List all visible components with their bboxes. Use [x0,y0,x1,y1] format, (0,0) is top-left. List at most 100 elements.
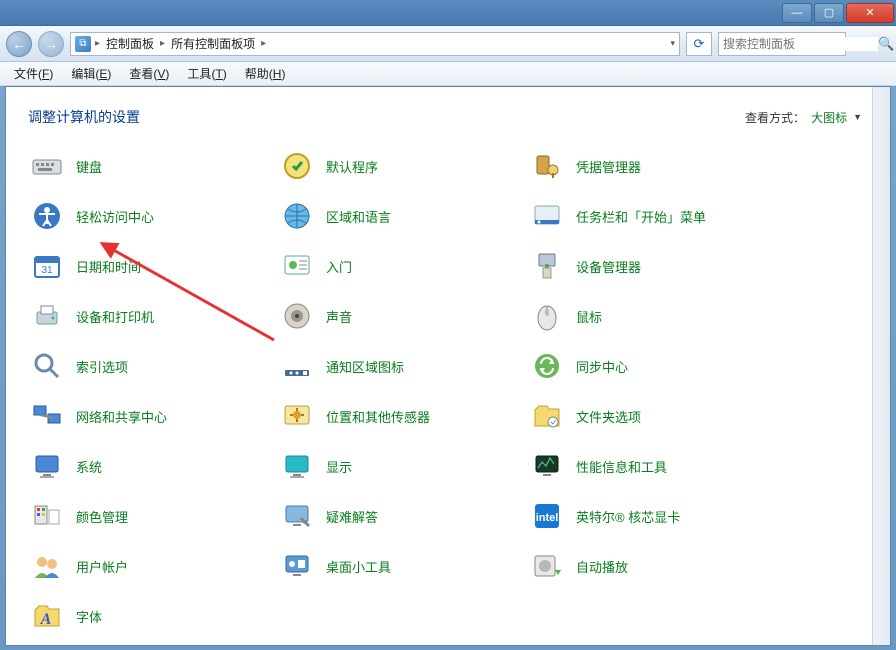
svg-text:intel: intel [536,512,559,524]
cp-item-gadgets[interactable]: 桌面小工具 [278,541,528,591]
minimize-button[interactable]: — [782,3,812,23]
cp-item-sync-center[interactable]: 同步中心 [528,341,778,391]
cp-item-default-programs[interactable]: 默认程序 [278,141,528,191]
scroll-up-button[interactable]: ▲ [874,88,888,104]
cp-item-label: 网络和共享中心 [76,407,167,426]
fonts-icon: A [30,599,64,633]
nav-back-button[interactable]: ← [6,31,32,57]
gadgets-icon [280,549,314,583]
cp-item-intel-graphics[interactable]: intel英特尔® 核芯显卡 [528,491,778,541]
cp-item-label: 用户帐户 [76,557,128,576]
content-header: 调整计算机的设置 查看方式： 大图标 ▼ [6,87,890,141]
color-management-icon [30,499,64,533]
sound-icon [280,299,314,333]
refresh-icon: ⟳ [694,36,705,52]
items-grid: 键盘默认程序凭据管理器轻松访问中心区域和语言 任务栏和「开始」菜单 31日期和时间 入… [6,141,890,646]
keyboard-icon [30,149,64,183]
device-manager-icon [530,249,564,283]
network-sharing-icon [30,399,64,433]
cp-item-color-management[interactable]: 颜色管理 [28,491,278,541]
cp-item-device-manager[interactable]: 设备管理器 [528,241,778,291]
scroll-down-button[interactable]: ▼ [874,628,888,644]
cp-item-label: 系统 [76,457,102,476]
default-programs-icon [280,149,314,183]
arrow-right-icon: → [44,36,58,52]
breadcrumb-sub[interactable]: 所有控制面板项 [169,35,257,52]
cp-item-performance[interactable]: 性能信息和工具 [528,441,778,491]
cp-item-user-accounts[interactable]: 用户帐户 [28,541,278,591]
cp-item-label: 自动播放 [576,557,628,576]
cp-item-autoplay[interactable]: 自动播放 [528,541,778,591]
credential-manager-icon [530,149,564,183]
system-icon [30,449,64,483]
troubleshooting-icon [280,499,314,533]
date-time-icon: 31 [30,249,64,283]
search-input[interactable] [723,37,878,51]
cp-item-indexing[interactable]: 索引选项 [28,341,278,391]
sync-center-icon [530,349,564,383]
search-icon: 🔍 [878,36,894,52]
getting-started-icon [280,249,314,283]
cp-item-date-time[interactable]: 31日期和时间 [28,241,278,291]
performance-icon [530,449,564,483]
menu-edit[interactable]: 编辑(E) [63,63,119,84]
cp-item-credential-manager[interactable]: 凭据管理器 [528,141,778,191]
chevron-right-icon: ▸ [95,38,100,49]
ease-of-access-icon [30,199,64,233]
close-button[interactable]: ✕ [846,3,894,23]
cp-item-region-language[interactable]: 区域和语言 [278,191,528,241]
cp-item-label: 任务栏和「开始」菜单 [576,207,706,226]
view-by-label: 查看方式： [745,109,805,126]
chevron-down-icon[interactable]: ▾ [668,38,675,49]
control-panel-icon: ⧉ [75,36,91,52]
indexing-icon [30,349,64,383]
cp-item-sound[interactable]: 声音 [278,291,528,341]
cp-item-label: 索引选项 [76,357,128,376]
cp-item-display[interactable]: 显示 [278,441,528,491]
menu-tools[interactable]: 工具(T) [179,63,234,84]
cp-item-label: 位置和其他传感器 [326,407,430,426]
breadcrumb-root[interactable]: 控制面板 [104,35,156,52]
cp-item-system[interactable]: 系统 [28,441,278,491]
cp-item-troubleshooting[interactable]: 疑难解答 [278,491,528,541]
cp-item-label: 同步中心 [576,357,628,376]
mouse-icon [530,299,564,333]
cp-item-folder-options[interactable]: 文件夹选项 [528,391,778,441]
user-accounts-icon [30,549,64,583]
breadcrumb[interactable]: ⧉ ▸ 控制面板 ▸ 所有控制面板项 ▸ ▾ [70,32,680,56]
cp-item-keyboard[interactable]: 键盘 [28,141,278,191]
menu-help[interactable]: 帮助(H) [237,63,294,84]
menu-view[interactable]: 查看(V) [121,63,177,84]
cp-item-taskbar-start[interactable]: 任务栏和「开始」菜单 [528,191,778,241]
svg-text:A: A [40,611,52,628]
taskbar-start-icon [530,199,564,233]
cp-item-label: 设备管理器 [576,257,641,276]
display-icon [280,449,314,483]
menu-file[interactable]: 文件(F) [6,63,61,84]
cp-item-label: 桌面小工具 [326,557,391,576]
cp-item-network-sharing[interactable]: 网络和共享中心 [28,391,278,441]
cp-item-fonts[interactable]: A字体 [28,591,278,641]
cp-item-devices-printers[interactable]: 设备和打印机 [28,291,278,341]
cp-item-ease-of-access[interactable]: 轻松访问中心 [28,191,278,241]
maximize-button[interactable]: ▢ [814,3,844,23]
cp-item-getting-started[interactable]: 入门 [278,241,528,291]
svg-text:31: 31 [41,265,53,276]
view-by-value[interactable]: 大图标 [811,109,847,126]
cp-item-mouse[interactable]: 鼠标 [528,291,778,341]
menu-bar: 文件(F) 编辑(E) 查看(V) 工具(T) 帮助(H) [0,62,896,86]
cp-item-location-sensors[interactable]: 位置和其他传感器 [278,391,528,441]
cp-item-label: 入门 [326,257,352,276]
notification-icons-icon [280,349,314,383]
cp-item-notification-icons[interactable]: 通知区域图标 [278,341,528,391]
chevron-down-icon: ▼ [853,112,862,122]
folder-options-icon [530,399,564,433]
location-sensors-icon [280,399,314,433]
refresh-button[interactable]: ⟳ [686,32,712,56]
scrollbar-thumb[interactable] [878,387,886,401]
nav-forward-button[interactable]: → [38,31,64,57]
search-box[interactable]: 🔍 [718,32,846,56]
page-title: 调整计算机的设置 [28,107,140,127]
view-by-selector[interactable]: 查看方式： 大图标 ▼ [745,109,862,126]
title-bar: — ▢ ✕ [0,0,896,26]
